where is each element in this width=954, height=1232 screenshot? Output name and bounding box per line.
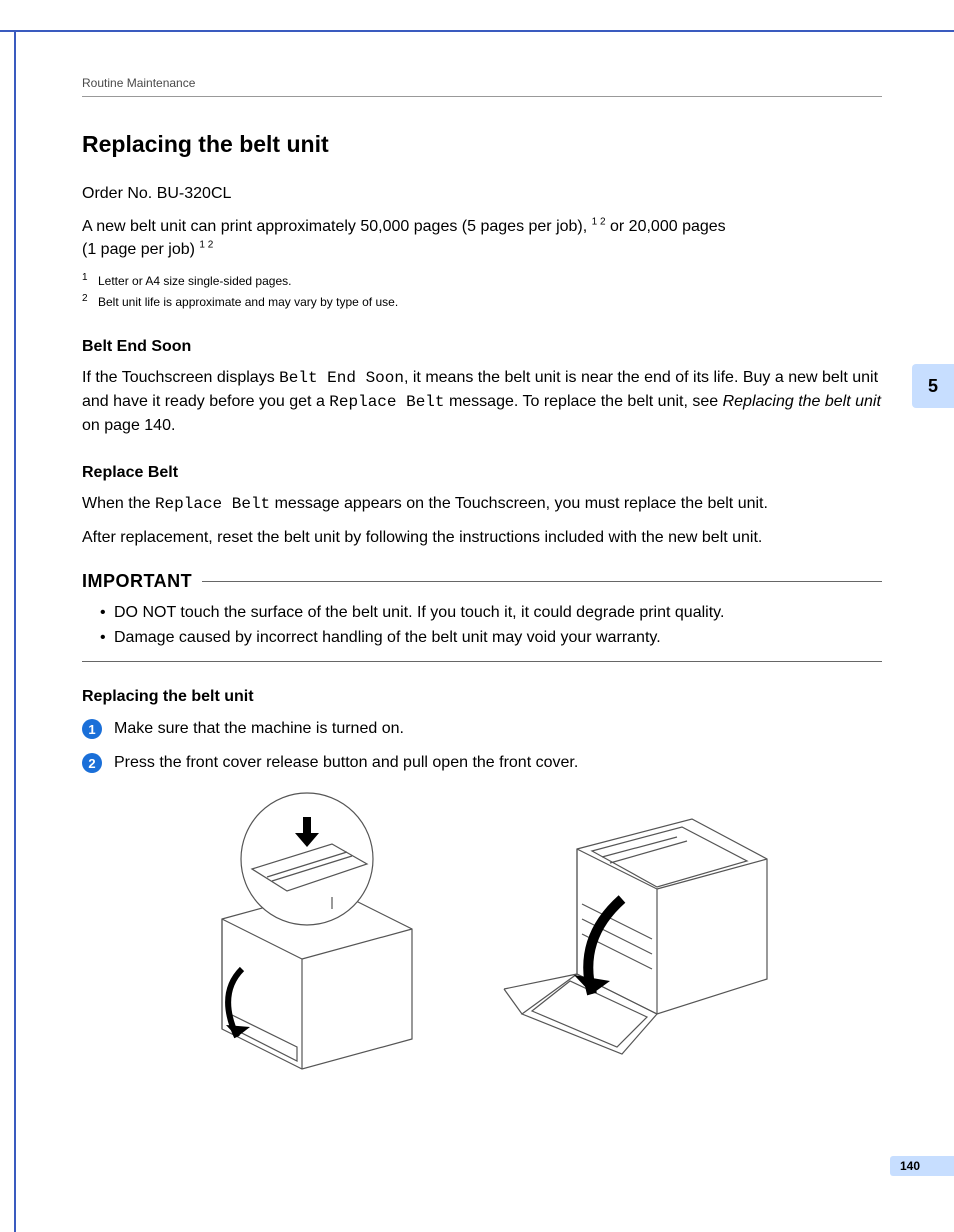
bes-a: If the Touchscreen displays	[82, 369, 279, 386]
capacity-text-b: or 20,000 pages	[606, 218, 726, 235]
important-bottom-rule	[82, 661, 882, 662]
replace-belt-p1: When the Replace Belt message appears on…	[82, 492, 882, 516]
capacity-paragraph: A new belt unit can print approximately …	[82, 215, 882, 261]
section-belt-end-soon-heading: Belt End Soon	[82, 338, 882, 356]
footnote-1-num: 1	[82, 270, 98, 286]
footnote-2: 2Belt unit life is approximate and may v…	[82, 293, 882, 312]
page-number-tab: 140	[890, 1156, 954, 1176]
footnote-1-text: Letter or A4 size single-sided pages.	[98, 274, 291, 288]
capacity-text-c: (1 page per job)	[82, 241, 199, 258]
important-bullet-2: Damage caused by incorrect handling of t…	[100, 625, 882, 651]
section-replacing-steps-heading: Replacing the belt unit	[82, 688, 882, 706]
illustration-press-release-button	[182, 789, 442, 1079]
important-heading-row: IMPORTANT	[82, 571, 882, 592]
step-2: 2 Press the front cover release button a…	[82, 752, 882, 774]
important-bullet-1: DO NOT touch the surface of the belt uni…	[100, 600, 882, 626]
top-blue-rule	[0, 30, 954, 32]
order-number-line: Order No. BU-320CL	[82, 182, 882, 205]
illustration-row	[82, 789, 882, 1079]
step-1: 1 Make sure that the machine is turned o…	[82, 718, 882, 740]
footnotes: 1Letter or A4 size single-sided pages. 2…	[82, 272, 882, 312]
step-2-text: Press the front cover release button and…	[114, 752, 578, 774]
bes-mono-1: Belt End Soon	[279, 369, 404, 387]
steps-list: 1 Make sure that the machine is turned o…	[82, 718, 882, 775]
capacity-sup-1: 1 2	[592, 217, 606, 228]
bes-d: on page 140.	[82, 417, 175, 434]
capacity-text-a: A new belt unit can print approximately …	[82, 218, 592, 235]
step-1-text: Make sure that the machine is turned on.	[114, 718, 404, 740]
bes-c: message. To replace the belt unit, see	[445, 393, 723, 410]
footnote-2-num: 2	[82, 291, 98, 307]
bes-mono-2: Replace Belt	[329, 393, 444, 411]
section-replace-belt-heading: Replace Belt	[82, 464, 882, 482]
important-rule	[202, 581, 882, 582]
important-bullets: DO NOT touch the surface of the belt uni…	[100, 600, 882, 651]
rb-mono: Replace Belt	[155, 495, 270, 513]
step-2-badge: 2	[82, 753, 102, 773]
replace-belt-p2: After replacement, reset the belt unit b…	[82, 526, 882, 549]
rb-a: When the	[82, 495, 155, 512]
footnote-1: 1Letter or A4 size single-sided pages.	[82, 272, 882, 291]
bes-xref[interactable]: Replacing the belt unit	[723, 393, 881, 410]
running-head: Routine Maintenance	[82, 76, 882, 90]
capacity-sup-2: 1 2	[199, 240, 213, 251]
page-title: Replacing the belt unit	[82, 131, 882, 158]
rb-b: message appears on the Touchscreen, you …	[270, 495, 768, 512]
left-blue-rule	[14, 30, 16, 1232]
footnote-2-text: Belt unit life is approximate and may va…	[98, 295, 398, 309]
step-1-badge: 1	[82, 719, 102, 739]
page-body: Routine Maintenance Replacing the belt u…	[82, 76, 882, 1079]
illustration-open-front-cover	[482, 789, 782, 1079]
section-belt-end-soon-body: If the Touchscreen displays Belt End Soo…	[82, 366, 882, 438]
important-label: IMPORTANT	[82, 571, 192, 592]
running-head-rule	[82, 96, 882, 97]
chapter-tab: 5	[912, 364, 954, 408]
